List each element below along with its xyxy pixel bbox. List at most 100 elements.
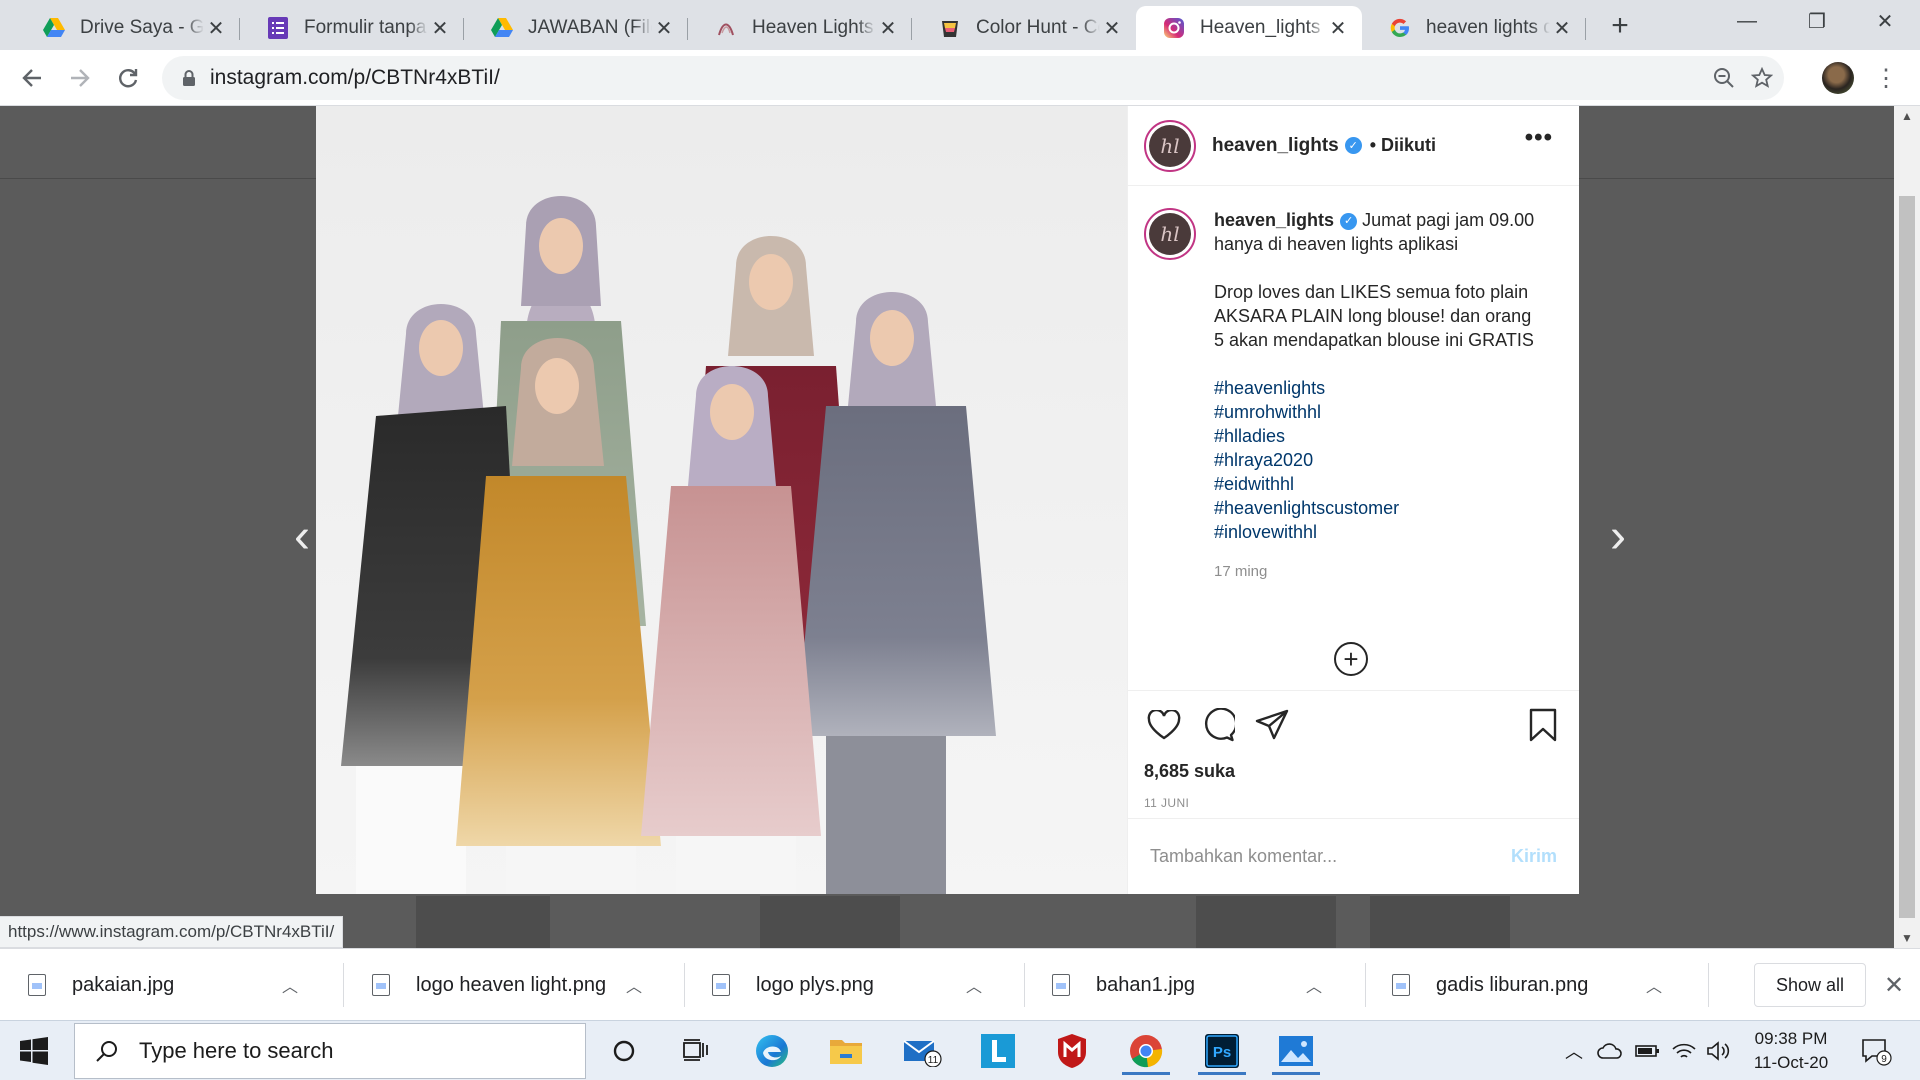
profile-avatar[interactable]: hl [1144, 119, 1196, 172]
bookmark-star-icon[interactable] [1744, 56, 1780, 100]
onedrive-icon[interactable] [1594, 1021, 1626, 1080]
tab-jawaban[interactable]: JAWABAN (File re ✕ [464, 6, 688, 50]
tab-heaven-lights[interactable]: Heaven Lights ✕ [688, 6, 912, 50]
download-item[interactable]: logo plys.png ︿ [684, 949, 1024, 1021]
scroll-up-icon[interactable]: ▲ [1894, 106, 1920, 126]
search-placeholder: Type here to search [139, 1038, 334, 1063]
chevron-up-icon[interactable]: ︿ [1646, 973, 1662, 997]
restore-button[interactable]: ❐ [1782, 0, 1852, 42]
post-sidebar: hl heaven_lights ✓ • Diikuti ••• hl heav… [1127, 106, 1579, 894]
reload-button[interactable] [110, 60, 146, 96]
like-count[interactable]: 8,685 suka [1144, 761, 1563, 782]
page-scrollbar[interactable]: ▲ ▼ [1894, 106, 1920, 948]
send-comment-button[interactable]: Kirim [1511, 846, 1557, 867]
close-icon[interactable]: ✕ [1100, 16, 1124, 40]
mcafee-icon[interactable] [1042, 1027, 1102, 1075]
forward-button[interactable] [62, 60, 98, 96]
close-icon[interactable]: ✕ [1550, 16, 1574, 40]
close-shelf-icon[interactable]: ✕ [1878, 969, 1910, 1001]
battery-icon[interactable] [1632, 1021, 1664, 1080]
load-more-comments-icon[interactable]: + [1334, 642, 1368, 676]
scroll-down-icon[interactable]: ▼ [1894, 928, 1920, 948]
background-thumbnail [760, 896, 900, 948]
verified-badge-icon: ✓ [1340, 212, 1358, 230]
close-icon[interactable]: ✕ [876, 16, 900, 40]
next-post-arrow[interactable]: › [1598, 506, 1638, 566]
hashtag-link[interactable]: #hlladies [1214, 424, 1544, 448]
l-app-icon[interactable] [968, 1027, 1028, 1075]
tab-strip: Drive Saya - Goo ✕ Formulir tanpa ju ✕ J… [0, 0, 1920, 50]
close-icon[interactable]: ✕ [428, 16, 452, 40]
hashtag-link[interactable]: #eidwithhl [1214, 472, 1544, 496]
caption-username[interactable]: heaven_lights [1214, 210, 1334, 230]
chevron-up-icon[interactable]: ︿ [966, 973, 982, 997]
address-bar[interactable]: instagram.com/p/CBTNr4xBTiI/ [162, 56, 1784, 100]
chevron-up-icon[interactable]: ︿ [1306, 973, 1322, 997]
post-header: hl heaven_lights ✓ • Diikuti ••• [1128, 106, 1579, 186]
new-tab-button[interactable]: + [1604, 9, 1636, 42]
tab-drive[interactable]: Drive Saya - Goo ✕ [16, 6, 240, 50]
share-icon[interactable] [1252, 705, 1292, 745]
wifi-icon[interactable] [1668, 1021, 1700, 1080]
download-item[interactable]: bahan1.jpg ︿ [1024, 949, 1364, 1021]
close-icon[interactable]: ✕ [652, 16, 676, 40]
hashtag-link[interactable]: #heavenlightscustomer [1214, 496, 1544, 520]
follow-status[interactable]: • Diikuti [1370, 135, 1436, 156]
caption-avatar[interactable]: hl [1144, 208, 1196, 260]
tab-title: Heaven Lights [752, 17, 874, 38]
hashtag-link[interactable]: #umrohwithhl [1214, 400, 1544, 424]
more-options-icon[interactable]: ••• [1525, 124, 1553, 152]
post-photo[interactable] [316, 106, 1127, 894]
heart-icon[interactable] [1144, 705, 1184, 745]
tab-google-search[interactable]: heaven lights dr ✕ [1362, 6, 1586, 50]
taskbar-search-box[interactable]: Type here to search [74, 1023, 586, 1079]
system-clock[interactable]: 09:38 PM 11-Oct-20 [1736, 1027, 1846, 1075]
download-filename: logo plys.png [756, 973, 874, 996]
chevron-up-icon[interactable]: ︿ [626, 973, 642, 997]
page-overlay: ‹ › hl heaven_lights ✓ • Diikuti ••• hl … [0, 106, 1894, 948]
scrollbar-thumb[interactable] [1899, 196, 1915, 918]
chrome-icon[interactable] [1116, 1027, 1176, 1075]
tab-title: Formulir tanpa ju [304, 17, 428, 38]
task-view-icon[interactable] [666, 1027, 726, 1075]
volume-icon[interactable] [1702, 1021, 1734, 1080]
download-item[interactable]: logo heaven light.png ︿ [344, 949, 684, 1021]
tab-title: Color Hunt - Colo [976, 17, 1100, 38]
download-item[interactable]: gadis liburan.png ︿ [1364, 949, 1704, 1021]
comment-input[interactable]: Tambahkan komentar... [1150, 846, 1511, 867]
file-explorer-icon[interactable] [816, 1027, 876, 1075]
hashtag-link[interactable]: #inlovewithhl [1214, 520, 1544, 544]
arrow-left-icon [22, 69, 41, 87]
close-icon[interactable]: ✕ [204, 16, 228, 40]
close-icon[interactable]: ✕ [1326, 16, 1350, 40]
photoshop-icon[interactable]: Ps [1192, 1027, 1252, 1075]
browser-menu-icon[interactable]: ⋮ [1870, 62, 1902, 94]
download-item[interactable]: pakaian.jpg ︿ [0, 949, 340, 1021]
divider [1708, 963, 1709, 1007]
profile-avatar[interactable] [1822, 62, 1854, 94]
photos-app-icon[interactable] [1266, 1027, 1326, 1075]
chevron-up-icon[interactable]: ︿ [1560, 1021, 1588, 1080]
zoom-icon[interactable] [1706, 56, 1742, 100]
tab-forms[interactable]: Formulir tanpa ju ✕ [240, 6, 464, 50]
show-all-button[interactable]: Show all [1754, 963, 1866, 1007]
minimize-button[interactable]: — [1712, 0, 1782, 42]
hashtag-link[interactable]: #heavenlights [1214, 376, 1544, 400]
cortana-icon[interactable] [594, 1027, 654, 1075]
google-drive-icon [490, 16, 514, 40]
google-forms-icon [266, 16, 290, 40]
windows-start-icon[interactable] [12, 1033, 58, 1069]
edge-browser-icon[interactable] [742, 1027, 802, 1075]
comment-icon[interactable] [1198, 705, 1238, 745]
avatar-logo: hl [1149, 124, 1191, 167]
close-window-button[interactable]: ✕ [1850, 0, 1920, 42]
hashtag-link[interactable]: #hlraya2020 [1214, 448, 1544, 472]
save-bookmark-icon[interactable] [1523, 705, 1563, 745]
post-username[interactable]: heaven_lights [1212, 135, 1339, 157]
tab-color-hunt[interactable]: Color Hunt - Colo ✕ [912, 6, 1136, 50]
back-button[interactable] [14, 60, 50, 96]
chevron-up-icon[interactable]: ︿ [282, 973, 298, 997]
notification-center-icon[interactable]: 9 [1856, 1021, 1896, 1080]
mail-icon[interactable]: 11 [892, 1027, 952, 1075]
tab-instagram[interactable]: Heaven_lights (@ ✕ [1136, 6, 1362, 50]
